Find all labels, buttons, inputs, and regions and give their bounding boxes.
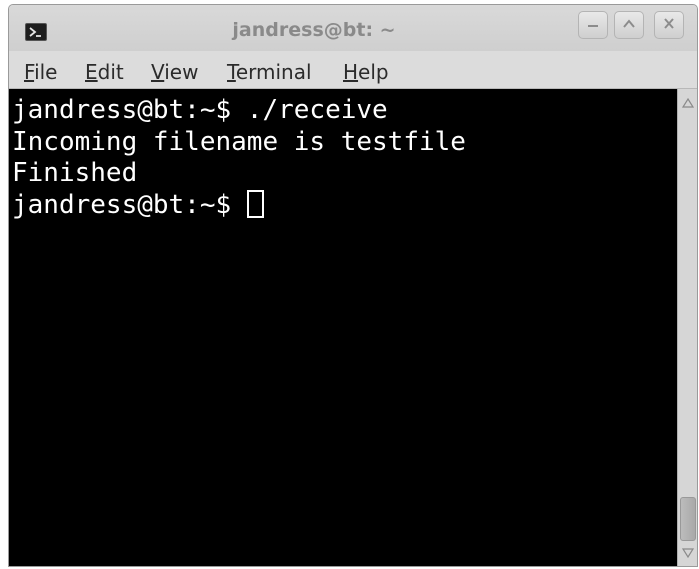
close-button[interactable] — [654, 11, 684, 39]
menu-help-mnemonic: H — [343, 60, 359, 84]
terminal-line: jandress@bt:~$ ./receive — [12, 95, 388, 125]
window-title: jandress@bt: ~ — [232, 19, 396, 41]
maximize-icon — [623, 19, 635, 28]
menu-view[interactable]: View — [151, 60, 198, 84]
menu-file[interactable]: File — [24, 60, 57, 84]
title-bar[interactable]: jandress@bt: ~ — [9, 5, 697, 51]
terminal-output[interactable]: jandress@bt:~$ ./receive Incoming filena… — [9, 89, 677, 566]
terminal-window: jandress@bt: ~ File Edit View Terminal H… — [8, 4, 698, 567]
scroll-down-icon[interactable] — [682, 547, 694, 559]
menu-file-label: ile — [34, 60, 58, 84]
maximize-button[interactable] — [614, 11, 644, 39]
terminal-prompt-line: jandress@bt:~$ — [12, 189, 677, 222]
menu-edit-mnemonic: E — [85, 60, 98, 84]
menu-bar: File Edit View Terminal Help — [9, 51, 697, 89]
close-icon — [664, 18, 674, 29]
scrollbar-thumb[interactable] — [680, 497, 696, 541]
menu-edit[interactable]: Edit — [85, 60, 124, 84]
terminal-line: Incoming filename is testfile — [12, 126, 466, 157]
vertical-scrollbar[interactable] — [677, 89, 697, 566]
menu-view-label: iew — [164, 60, 199, 84]
menu-terminal[interactable]: Terminal — [227, 60, 312, 84]
minimize-button[interactable] — [578, 11, 608, 39]
menu-edit-label: dit — [97, 60, 124, 84]
menu-view-mnemonic: V — [151, 60, 165, 84]
minimize-icon — [588, 25, 598, 27]
menu-terminal-label: erminal — [235, 60, 312, 84]
terminal-prompt: jandress@bt:~$ — [12, 189, 247, 220]
menu-help-label: elp — [358, 60, 389, 84]
scroll-up-icon[interactable] — [682, 97, 694, 109]
menu-help[interactable]: Help — [343, 60, 389, 84]
terminal-line: Finished — [12, 158, 138, 188]
menu-file-mnemonic: F — [24, 60, 35, 84]
menu-terminal-mnemonic: T — [227, 60, 236, 84]
text-cursor — [246, 189, 264, 218]
